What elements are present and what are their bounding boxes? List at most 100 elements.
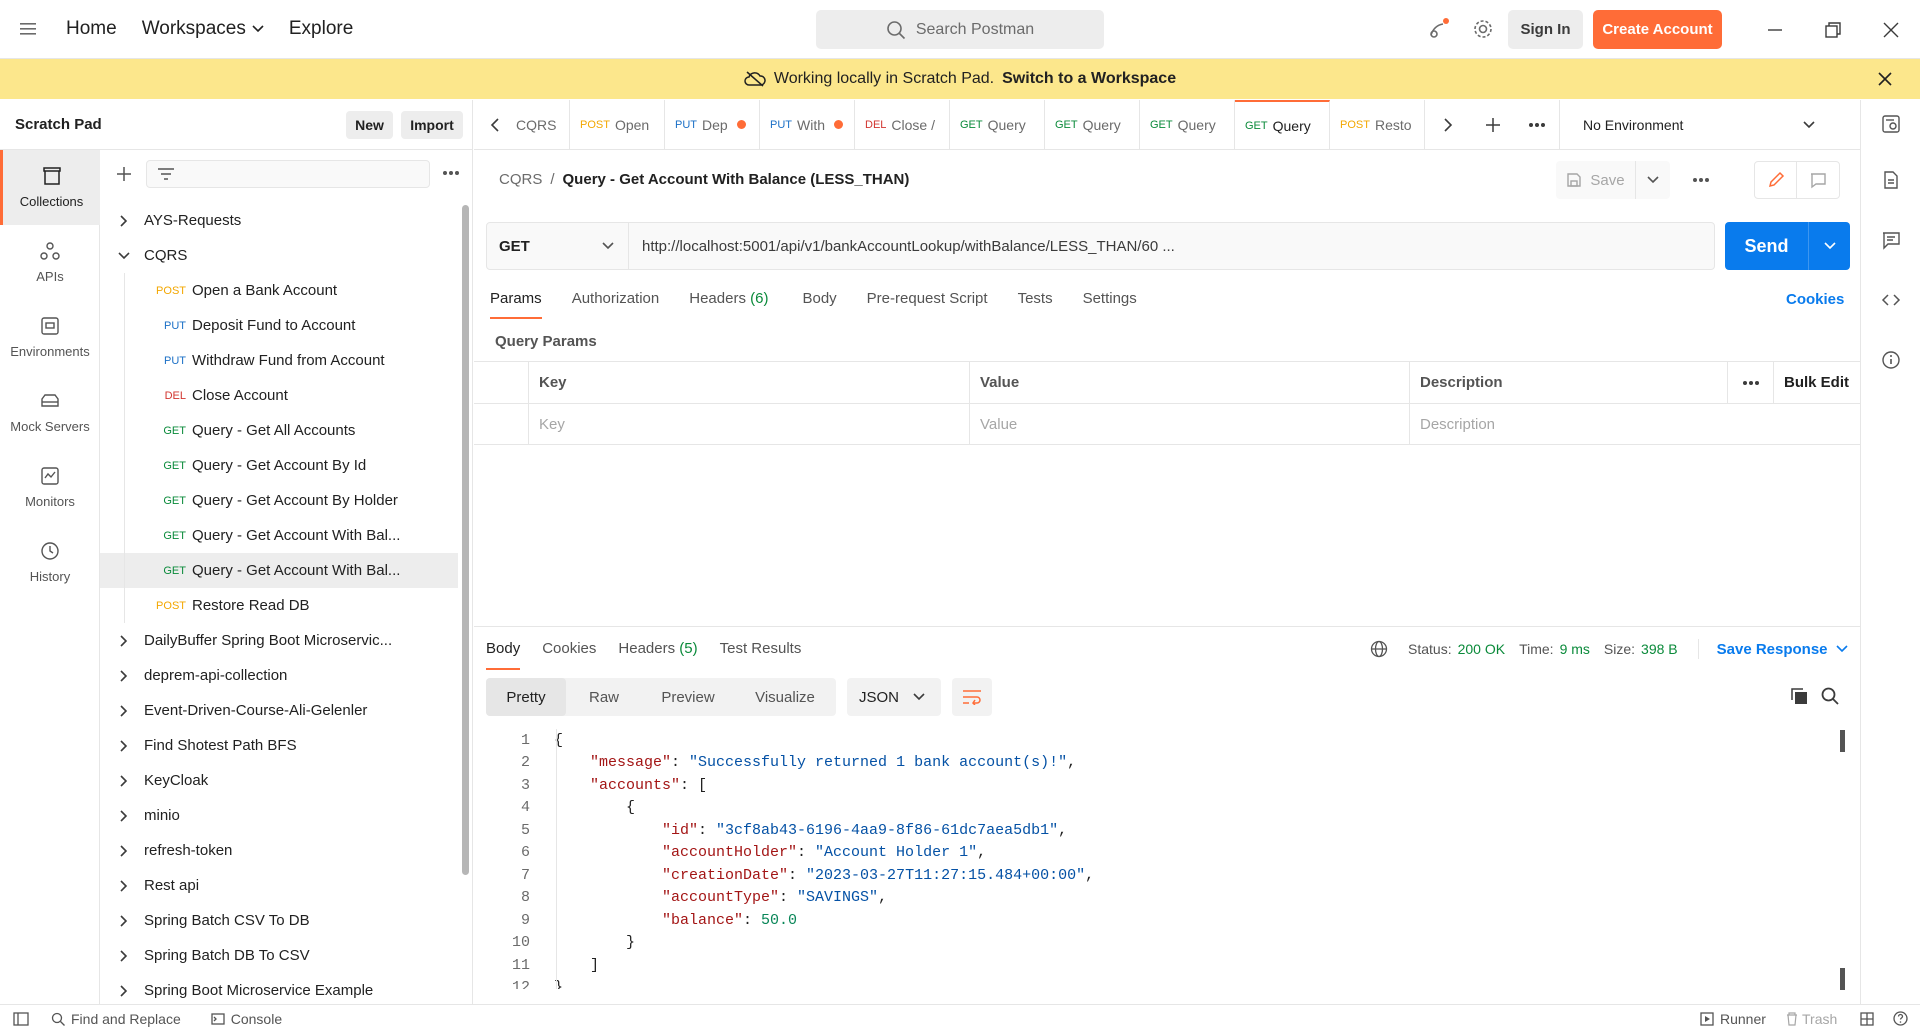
chevron-down-icon[interactable] <box>116 251 132 260</box>
send-dropdown-icon[interactable] <box>1809 222 1850 270</box>
request-item[interactable]: POST Restore Read DB <box>100 588 460 623</box>
globe-icon[interactable] <box>1370 640 1388 658</box>
request-item[interactable]: PUT Withdraw Fund from Account <box>100 343 460 378</box>
sync-icon[interactable] <box>1428 18 1450 40</box>
time-value[interactable]: 9 ms <box>1560 641 1590 657</box>
import-button[interactable]: Import <box>401 111 463 139</box>
find-replace-button[interactable]: Find and Replace <box>51 1011 181 1027</box>
hamburger-icon[interactable] <box>20 22 38 36</box>
close-banner-icon[interactable] <box>1877 71 1893 87</box>
response-body-code[interactable]: 1{2 "message": "Successfully returned 1 b… <box>0 729 1830 989</box>
rail-apis[interactable]: APIs <box>0 225 100 300</box>
console-button[interactable]: Console <box>211 1011 282 1027</box>
column-options-icon[interactable] <box>1728 362 1774 403</box>
two-pane-view-icon[interactable] <box>1860 1011 1874 1026</box>
param-description-input[interactable]: Description <box>1410 404 1860 445</box>
breadcrumb-parent[interactable]: CQRS <box>499 171 542 188</box>
code-scrollbar-bottom[interactable] <box>1840 968 1845 990</box>
environment-select[interactable]: No Environment <box>1560 100 1837 149</box>
tabs-scroll-right-icon[interactable] <box>1425 100 1470 149</box>
search-input[interactable]: Search Postman <box>816 10 1104 49</box>
request-options-icon[interactable] <box>1692 177 1710 183</box>
new-button[interactable]: New <box>346 111 393 139</box>
chevron-right-icon[interactable] <box>116 669 132 682</box>
chevron-right-icon[interactable] <box>116 704 132 717</box>
tab-authorization[interactable]: Authorization <box>572 290 660 319</box>
send-button[interactable]: Send <box>1725 222 1809 270</box>
collection-folder[interactable]: DailyBuffer Spring Boot Microservic... <box>100 623 460 658</box>
collection-folder[interactable]: CQRS <box>100 238 460 273</box>
request-item[interactable]: GET Query - Get Account By Holder <box>100 483 460 518</box>
request-item[interactable]: GET Query - Get Account With Bal... <box>100 518 460 553</box>
view-visualize[interactable]: Visualize <box>734 678 836 716</box>
request-item[interactable]: POST Open a Bank Account <box>100 273 460 308</box>
request-tab[interactable]: GET Query <box>950 100 1045 149</box>
save-dropdown-icon[interactable] <box>1636 176 1670 184</box>
request-item[interactable]: PUT Deposit Fund to Account <box>100 308 460 343</box>
request-tab[interactable]: GET Query <box>1140 100 1235 149</box>
response-tab-test-results[interactable]: Test Results <box>720 640 802 670</box>
trash-button[interactable]: Trash <box>1786 1011 1837 1027</box>
environment-quick-look-icon[interactable] <box>1881 114 1901 134</box>
view-preview[interactable]: Preview <box>642 678 734 716</box>
request-item[interactable]: GET Query - Get Account With Bal... <box>100 553 458 588</box>
view-pretty[interactable]: Pretty <box>486 678 566 716</box>
edit-pencil-icon[interactable] <box>1755 162 1797 198</box>
request-item[interactable]: GET Query - Get Account By Id <box>100 448 460 483</box>
toggle-sidebar-icon[interactable] <box>13 1011 29 1026</box>
info-icon[interactable] <box>1881 350 1901 370</box>
explore-link[interactable]: Explore <box>289 18 353 40</box>
request-tab[interactable]: GET Query <box>1045 100 1140 149</box>
request-tab[interactable]: POST Resto <box>1330 100 1425 149</box>
request-tab[interactable]: PUT With <box>760 100 855 149</box>
save-button[interactable]: Save <box>1556 161 1636 199</box>
help-icon[interactable] <box>1893 1011 1908 1026</box>
size-value[interactable]: 398 B <box>1641 641 1678 657</box>
param-value-input[interactable]: Value <box>970 404 1410 445</box>
home-link[interactable]: Home <box>66 18 117 40</box>
minimize-icon[interactable] <box>1767 22 1783 38</box>
switch-workspace-link[interactable]: Switch to a Workspace <box>1002 70 1176 88</box>
response-tab-body[interactable]: Body <box>486 640 521 670</box>
runner-button[interactable]: Runner <box>1700 1011 1766 1027</box>
create-account-button[interactable]: Create Account <box>1593 10 1722 49</box>
request-tab[interactable]: CQRS <box>516 100 570 149</box>
tab-options-icon[interactable] <box>1515 100 1560 149</box>
request-tab[interactable]: POST Open <box>570 100 665 149</box>
method-select[interactable]: GET <box>487 223 629 269</box>
new-tab-icon[interactable] <box>1470 100 1515 149</box>
comment-view-icon[interactable] <box>1797 162 1839 198</box>
settings-gear-icon[interactable] <box>1472 18 1494 40</box>
rail-history[interactable]: History <box>0 525 100 600</box>
collection-folder[interactable]: deprem-api-collection <box>100 658 460 693</box>
tab-pre-request-script[interactable]: Pre-request Script <box>867 290 988 319</box>
format-select[interactable]: JSON <box>847 678 941 716</box>
restore-window-icon[interactable] <box>1825 22 1841 38</box>
response-tab-cookies[interactable]: Cookies <box>542 640 596 670</box>
cookies-link[interactable]: Cookies <box>1786 291 1844 308</box>
view-raw[interactable]: Raw <box>566 678 642 716</box>
chevron-right-icon[interactable] <box>116 634 132 647</box>
tab-headers[interactable]: Headers (6) <box>689 290 768 319</box>
tab-body[interactable]: Body <box>802 290 836 319</box>
chevron-right-icon[interactable] <box>116 214 132 227</box>
collection-filter-input[interactable] <box>146 160 430 188</box>
search-response-icon[interactable] <box>1821 687 1839 705</box>
collection-folder[interactable]: Event-Driven-Course-Ali-Gelenler <box>100 693 460 728</box>
request-tab[interactable]: PUT Dep <box>665 100 760 149</box>
request-tab[interactable]: GET Query <box>1235 100 1330 149</box>
collection-folder[interactable]: AYS-Requests <box>100 203 460 238</box>
request-item[interactable]: GET Query - Get All Accounts <box>100 413 460 448</box>
comments-icon[interactable] <box>1881 230 1901 250</box>
add-collection-icon[interactable] <box>116 166 132 182</box>
response-tab-headers[interactable]: Headers (5) <box>618 640 697 670</box>
code-scrollbar-top[interactable] <box>1840 730 1845 752</box>
status-value[interactable]: 200 OK <box>1458 641 1505 657</box>
param-key-input[interactable]: Key <box>529 404 970 445</box>
wrap-lines-icon[interactable] <box>952 678 992 716</box>
url-input[interactable]: http://localhost:5001/api/v1/bankAccount… <box>629 223 1714 269</box>
documentation-icon[interactable] <box>1881 170 1901 190</box>
close-window-icon[interactable] <box>1883 22 1899 38</box>
save-response-button[interactable]: Save Response <box>1717 641 1848 658</box>
tab-settings[interactable]: Settings <box>1083 290 1137 319</box>
